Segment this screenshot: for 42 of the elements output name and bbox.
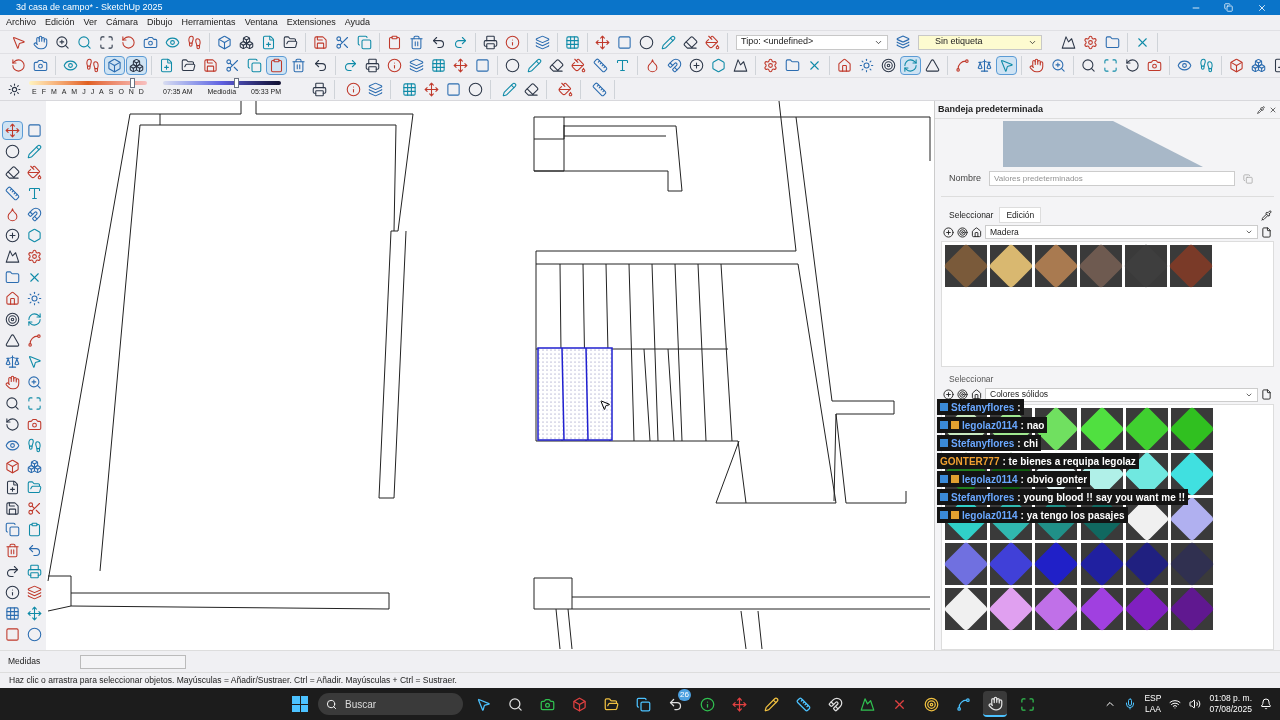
chat-message: : te bienes a requipa legolaz	[1002, 454, 1136, 469]
chat-message: :	[1017, 400, 1021, 415]
menu-item[interactable]: Dibujo	[147, 15, 173, 30]
language-text[interactable]: ESP	[1144, 693, 1162, 704]
menu-item[interactable]: Ver	[83, 15, 98, 30]
library-dropdown[interactable]: Colores sólidos	[985, 387, 1258, 402]
field-label: Nombre	[949, 171, 981, 185]
tray-title: Bandeja predeterminada	[938, 102, 1044, 116]
chat-username: legolaz0114	[962, 418, 1018, 433]
menu-item[interactable]: Ventana	[244, 15, 278, 30]
status-text: Haz clic o arrastra para seleccionar objetos. Mayúsculas = Añadir/Sustraer. Ctrl = Añadir. Mayúsculas + Ctrl = Sustraer.	[9, 674, 457, 687]
measurements-label: Medidas	[8, 655, 41, 668]
chat-username: Stefanyflores	[951, 490, 1015, 505]
section-label: Seleccionar	[948, 373, 995, 386]
library-dropdown[interactable]: Madera	[985, 225, 1258, 239]
chat-username: legolaz0114	[962, 508, 1018, 523]
menu-item[interactable]: Cámara	[106, 15, 139, 30]
search-placeholder: Buscar	[345, 697, 377, 712]
chat-username: Stefanyflores	[951, 400, 1015, 415]
tray-tab[interactable]: Edición	[999, 207, 1042, 223]
chat-message: : young blood !! say you want me !!	[1017, 490, 1186, 505]
name-field[interactable]: Valores predeterminados	[989, 171, 1235, 186]
chat-username: Stefanyflores	[951, 436, 1015, 451]
search-box[interactable]: Buscar	[318, 693, 463, 715]
notification-badge: 26	[678, 689, 691, 701]
menu-item[interactable]: Archivo	[6, 15, 36, 30]
menu-item[interactable]: Herramientas	[181, 15, 236, 30]
chat-message: : chi	[1017, 436, 1038, 451]
window-title: 3d casa de campo* - SketchUp 2025	[15, 0, 163, 14]
chat-username: GONTER777	[940, 454, 1000, 469]
chat-message: : nao	[1020, 418, 1045, 433]
tag-dropdown[interactable]: Sin etiqueta	[918, 34, 1042, 50]
menu-item[interactable]: Ayuda	[344, 15, 371, 30]
chat-message: : obvio gonter	[1020, 472, 1088, 487]
menu-item[interactable]: Edición	[45, 15, 75, 30]
menu-item[interactable]: Extensiones	[286, 15, 336, 30]
layout-text[interactable]: LAA	[1144, 704, 1161, 715]
chat-message: : ya tengo los pasajes	[1020, 508, 1125, 523]
clock-time[interactable]: 01:08 p. m.	[1209, 693, 1252, 704]
chat-username: legolaz0114	[962, 472, 1018, 487]
clock-date[interactable]: 07/08/2025	[1209, 704, 1252, 715]
type-dropdown[interactable]: Tipo: <undefined>	[736, 34, 888, 50]
